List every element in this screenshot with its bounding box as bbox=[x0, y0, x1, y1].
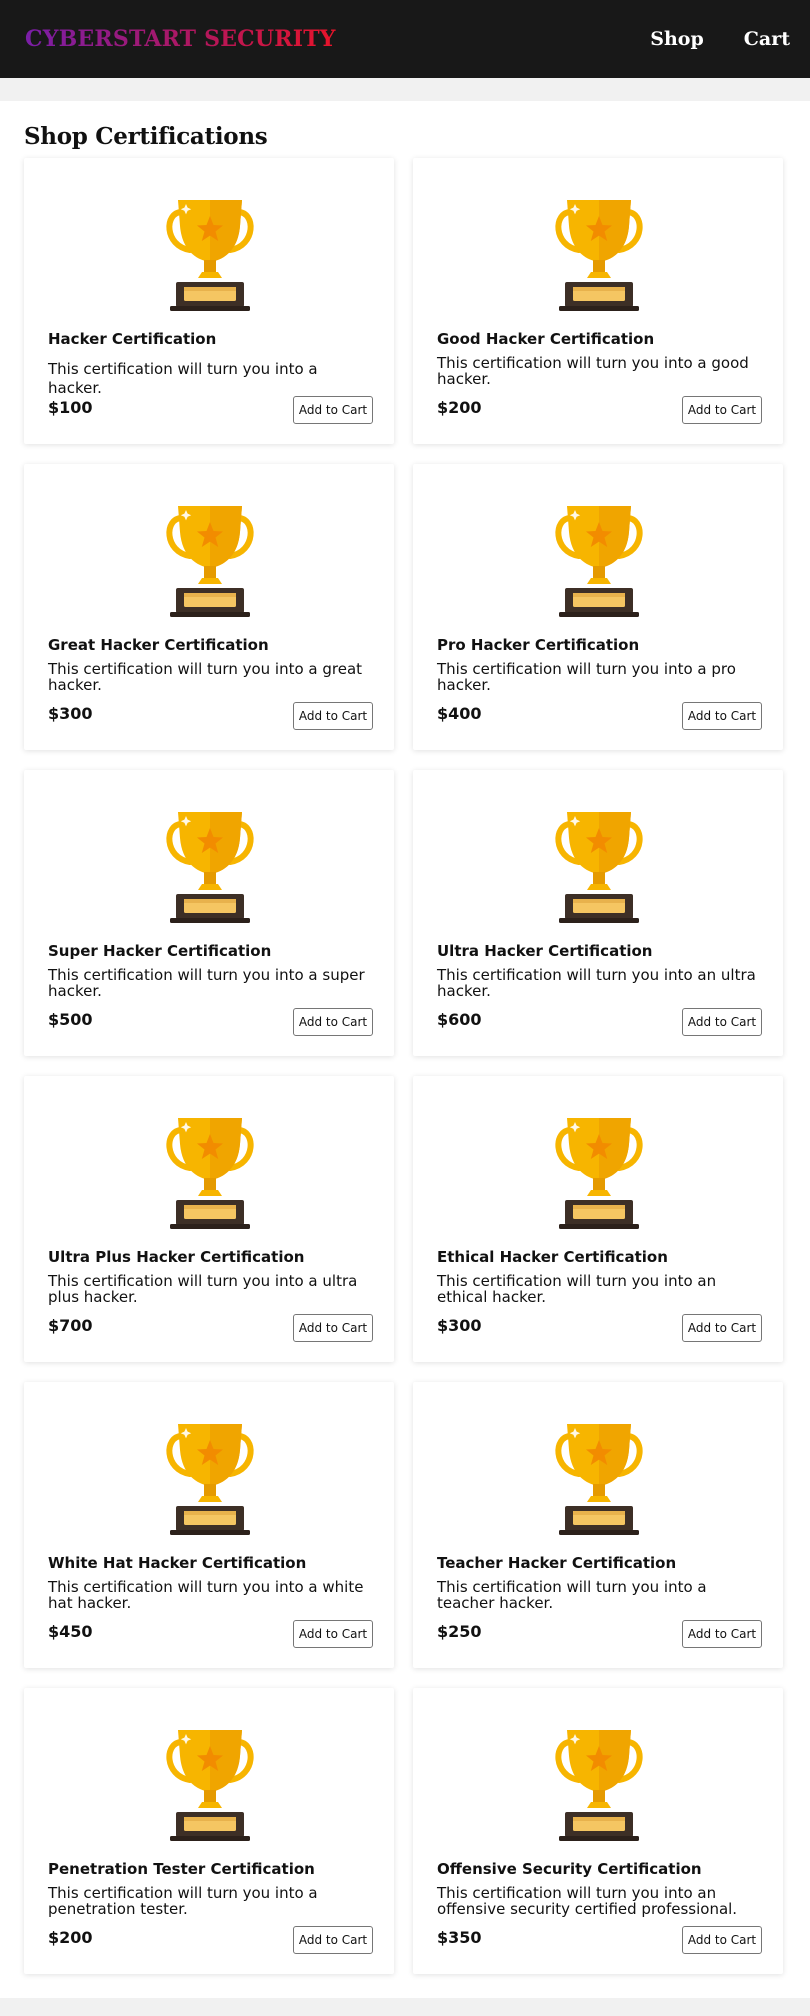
product-description: This certification will turn you into a … bbox=[437, 1578, 707, 1612]
product-description: This certification will turn you into an… bbox=[437, 1272, 717, 1306]
trophy-icon bbox=[166, 506, 254, 617]
trophy-icon bbox=[555, 1730, 643, 1841]
product-description: This certification will turn you into a … bbox=[48, 1578, 364, 1612]
product-card: Pro Hacker Certification This certificat… bbox=[413, 464, 783, 750]
product-price: $250 bbox=[437, 1622, 482, 1641]
product-card: Penetration Tester Certification This ce… bbox=[24, 1688, 394, 1974]
trophy-icon bbox=[555, 1118, 643, 1229]
product-title: Ultra Hacker Certification bbox=[437, 942, 653, 960]
add-to-cart-button[interactable]: Add to Cart bbox=[682, 702, 762, 730]
product-card: Teacher Hacker Certification This certif… bbox=[413, 1382, 783, 1668]
product-title: Hacker Certification bbox=[48, 330, 217, 348]
add-to-cart-button[interactable]: Add to Cart bbox=[682, 1926, 762, 1954]
add-to-cart-button[interactable]: Add to Cart bbox=[293, 396, 373, 424]
product-title: Good Hacker Certification bbox=[437, 330, 655, 348]
product-title: White Hat Hacker Certification bbox=[48, 1554, 307, 1572]
product-price: $200 bbox=[437, 398, 482, 417]
product-title: Ultra Plus Hacker Certification bbox=[48, 1248, 305, 1266]
product-price: $100 bbox=[48, 398, 93, 417]
product-card: White Hat Hacker Certification This cert… bbox=[24, 1382, 394, 1668]
product-price: $600 bbox=[437, 1010, 482, 1029]
product-card: Ultra Plus Hacker Certification This cer… bbox=[24, 1076, 394, 1362]
product-card: Offensive Security Certification This ce… bbox=[413, 1688, 783, 1974]
product-title: Ethical Hacker Certification bbox=[437, 1248, 668, 1266]
trophy-icon bbox=[555, 812, 643, 923]
add-to-cart-button[interactable]: Add to Cart bbox=[682, 1008, 762, 1036]
product-title: Great Hacker Certification bbox=[48, 636, 269, 654]
product-title: Offensive Security Certification bbox=[437, 1860, 702, 1878]
product-card: Great Hacker Certification This certific… bbox=[24, 464, 394, 750]
trophy-icon bbox=[166, 812, 254, 923]
trophy-icon bbox=[555, 1424, 643, 1535]
product-card: Ultra Hacker Certification This certific… bbox=[413, 770, 783, 1056]
product-card: Hacker Certification This certification … bbox=[24, 158, 394, 444]
nav-shop-link[interactable]: Shop bbox=[650, 28, 704, 50]
add-to-cart-button[interactable]: Add to Cart bbox=[293, 1314, 373, 1342]
product-description: This certification will turn you into a … bbox=[48, 360, 318, 397]
brand-logo[interactable]: CYBERSTART SECURITY bbox=[25, 26, 336, 52]
add-to-cart-button[interactable]: Add to Cart bbox=[293, 1620, 373, 1648]
main-nav: Shop Cart bbox=[610, 0, 810, 78]
add-to-cart-button[interactable]: Add to Cart bbox=[293, 1926, 373, 1954]
add-to-cart-button[interactable]: Add to Cart bbox=[682, 1620, 762, 1648]
product-price: $200 bbox=[48, 1928, 93, 1947]
shop-main: Shop Certifications Hacker Certification… bbox=[0, 101, 810, 1998]
product-card: Ethical Hacker Certification This certif… bbox=[413, 1076, 783, 1362]
product-price: $300 bbox=[48, 704, 93, 723]
product-description: This certification will turn you into a … bbox=[48, 660, 363, 694]
product-price: $350 bbox=[437, 1928, 482, 1947]
product-price: $700 bbox=[48, 1316, 93, 1335]
product-description: This certification will turn you into a … bbox=[437, 354, 749, 388]
trophy-icon bbox=[166, 200, 254, 311]
product-title: Penetration Tester Certification bbox=[48, 1860, 315, 1878]
product-description: This certification will turn you into a … bbox=[437, 660, 736, 694]
product-description: This certification will turn you into an… bbox=[437, 1884, 738, 1918]
trophy-icon bbox=[166, 1118, 254, 1229]
product-title: Pro Hacker Certification bbox=[437, 636, 640, 654]
trophy-icon bbox=[166, 1424, 254, 1535]
product-price: $500 bbox=[48, 1010, 93, 1029]
top-navbar: CYBERSTART SECURITY Shop Cart bbox=[0, 0, 810, 78]
trophy-icon bbox=[555, 506, 643, 617]
nav-cart-link[interactable]: Cart bbox=[744, 28, 790, 50]
product-description: This certification will turn you into a … bbox=[48, 1884, 318, 1918]
product-description: This certification will turn you into an… bbox=[437, 966, 756, 1000]
product-card: Good Hacker Certification This certifica… bbox=[413, 158, 783, 444]
product-grid: Hacker Certification This certification … bbox=[0, 101, 810, 1998]
trophy-icon bbox=[555, 200, 643, 311]
add-to-cart-button[interactable]: Add to Cart bbox=[293, 1008, 373, 1036]
product-title: Super Hacker Certification bbox=[48, 942, 272, 960]
product-price: $400 bbox=[437, 704, 482, 723]
product-price: $450 bbox=[48, 1622, 93, 1641]
add-to-cart-button[interactable]: Add to Cart bbox=[682, 1314, 762, 1342]
product-description: This certification will turn you into a … bbox=[48, 966, 365, 1000]
trophy-icon bbox=[166, 1730, 254, 1841]
product-card: Super Hacker Certification This certific… bbox=[24, 770, 394, 1056]
add-to-cart-button[interactable]: Add to Cart bbox=[682, 396, 762, 424]
product-title: Teacher Hacker Certification bbox=[437, 1554, 677, 1572]
product-description: This certification will turn you into a … bbox=[48, 1272, 358, 1306]
add-to-cart-button[interactable]: Add to Cart bbox=[293, 702, 373, 730]
product-price: $300 bbox=[437, 1316, 482, 1335]
